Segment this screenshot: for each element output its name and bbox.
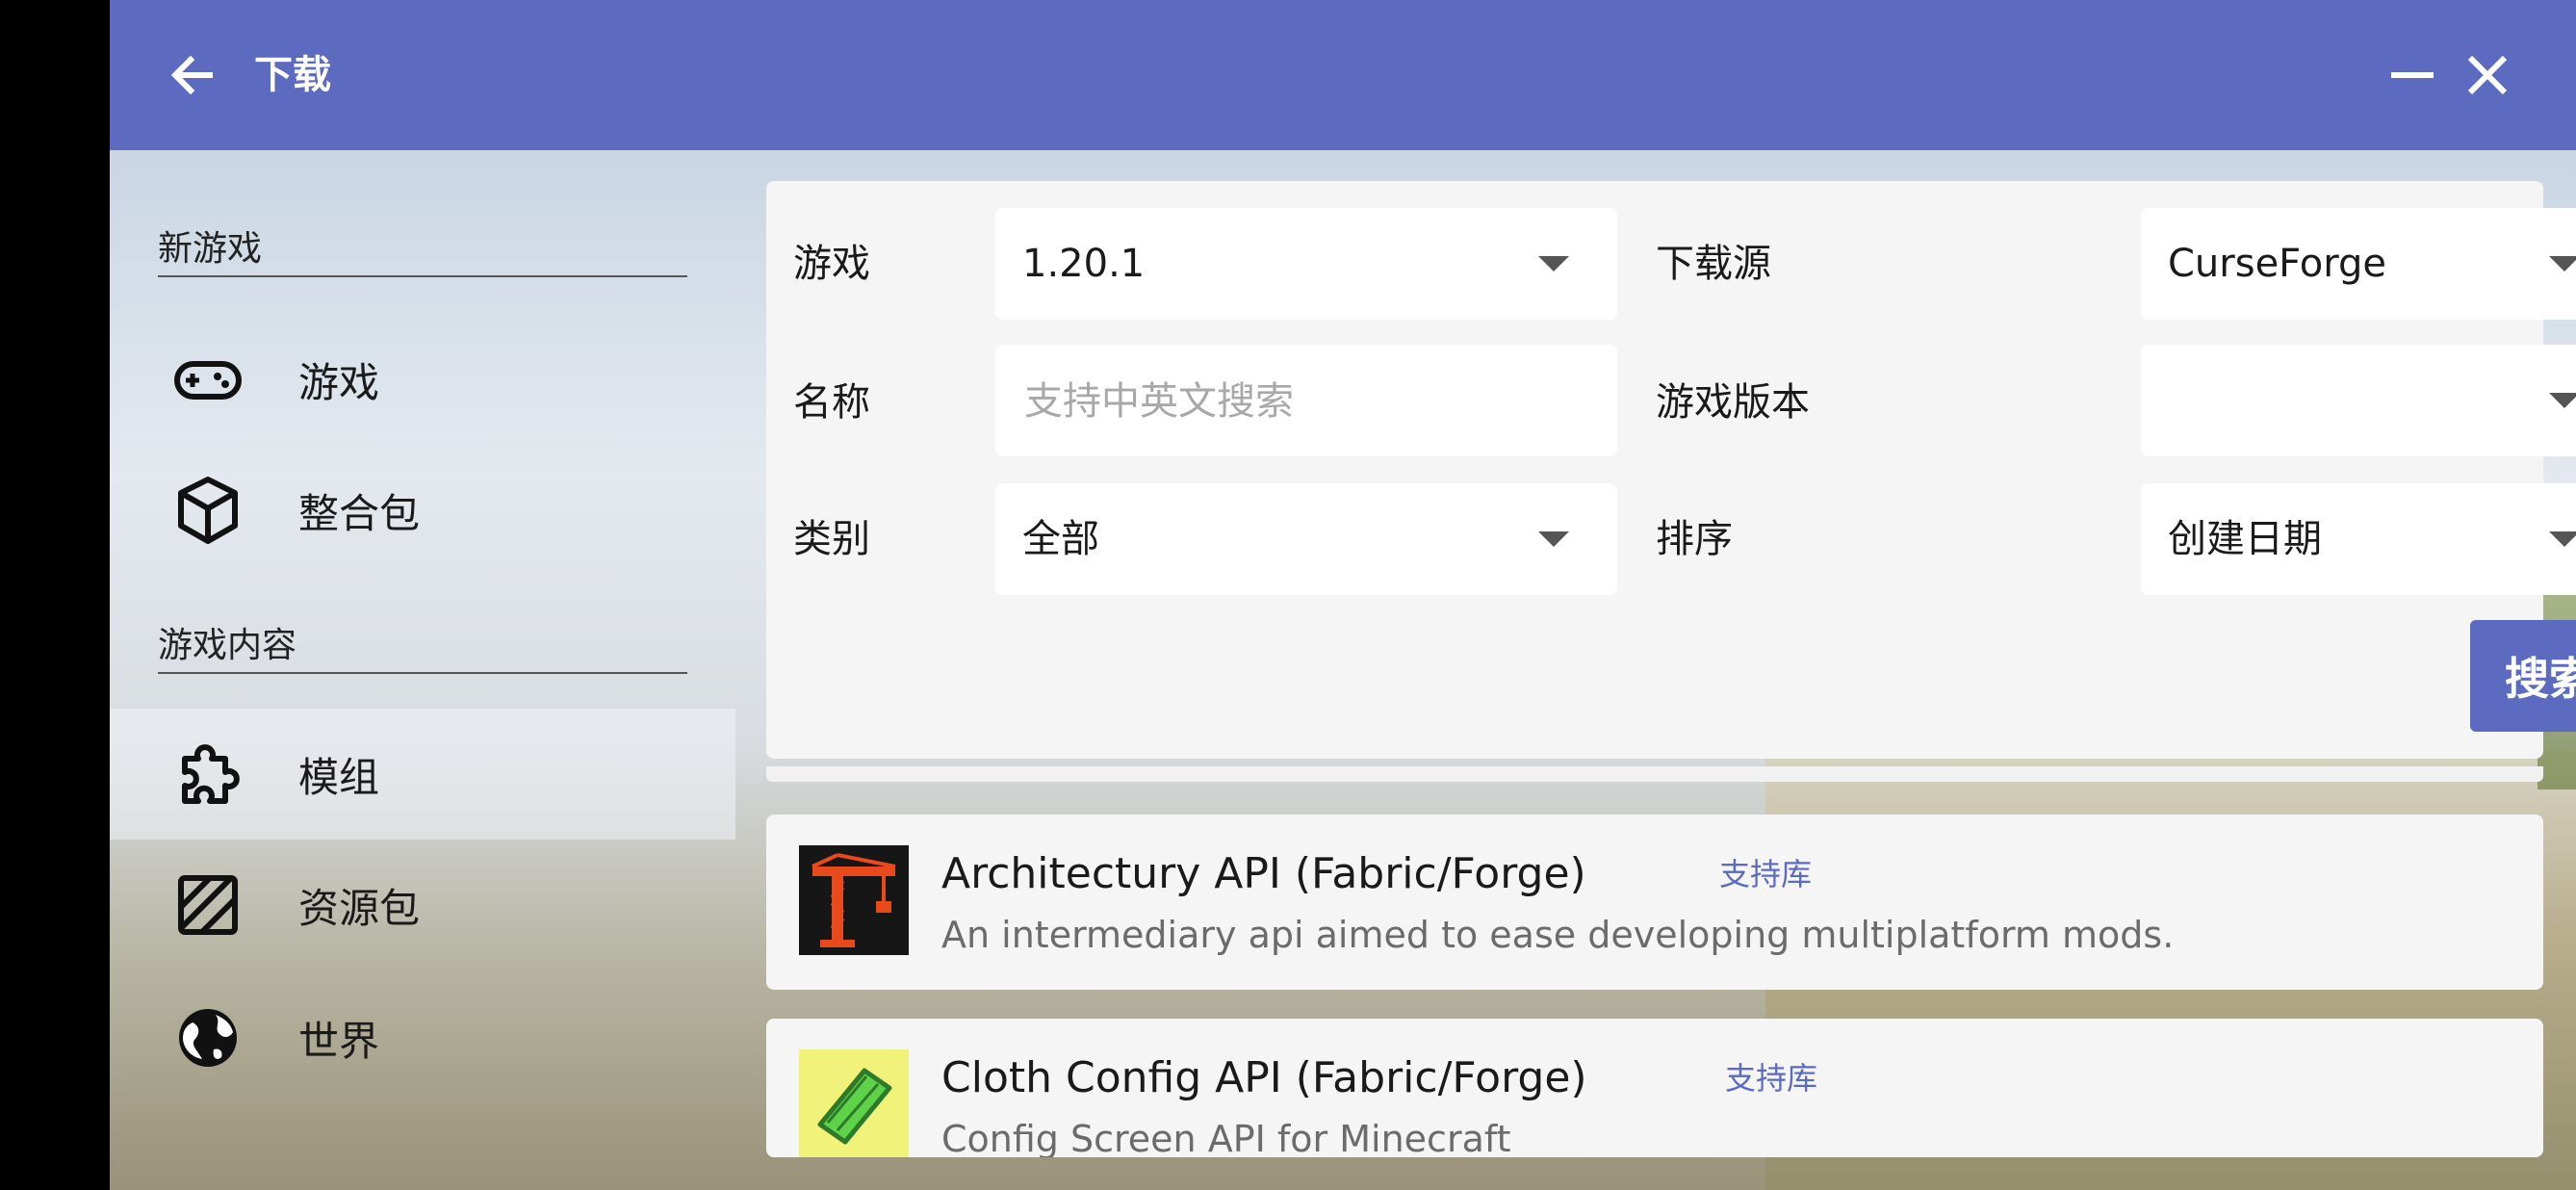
list-item[interactable]: Architectury API (Fabric/Forge) 支持库 An i… [766,815,2543,990]
name-field[interactable] [995,345,1617,456]
category-select[interactable]: 全部 [995,483,1617,595]
sidebar-item-mods[interactable]: 模组 [110,709,735,840]
search-button[interactable]: 搜索 [2470,620,2576,732]
chevron-down-icon [2549,531,2576,547]
gamepad-icon [174,361,242,400]
source-select-value: CurseForge [2168,242,2386,286]
result-title: Architectury API (Fabric/Forge) [941,849,1586,898]
package-icon [178,477,238,544]
close-button[interactable] [2457,44,2518,106]
close-icon [2467,55,2508,95]
category-select-value: 全部 [1022,517,1099,561]
source-label: 下载源 [1656,242,1771,286]
sidebar-item-game[interactable]: 游戏 [110,314,735,445]
title-bar: 下载 [110,0,2576,150]
window-title: 下载 [254,53,331,97]
sidebar-item-label: 游戏 [298,358,380,406]
chevron-down-icon [1538,531,1569,547]
result-description: An intermediary api aimed to ease develo… [941,914,2175,956]
game-version-select[interactable]: 1.20.1 [995,208,1617,320]
screen-left-edge [0,0,110,1190]
sidebar-item-label: 世界 [298,1017,380,1065]
section-header-new-game: 新游戏 [158,227,687,277]
sidebar-item-label: 资源包 [298,884,421,932]
list-item[interactable]: Cloth Config API (Fabric/Forge) 支持库 Conf… [766,1019,2543,1157]
sidebar-item-worlds[interactable]: 世界 [110,972,735,1103]
sort-select[interactable]: 创建日期 [2141,483,2576,595]
texture-icon [178,875,238,935]
chevron-down-icon [2549,393,2576,408]
sort-select-value: 创建日期 [2168,517,2322,561]
sidebar: 新游戏 游戏 整合包 游戏内容 模组 资源包 世界 [110,150,735,1190]
cloth-icon [799,1049,909,1157]
game-version-filter-select[interactable] [2141,345,2576,456]
download-window: 下载 新游戏 游戏 整合包 游戏内容 模组 资源包 世界 游戏 1.20.1 下… [110,0,2576,1190]
result-title: Cloth Config API (Fabric/Forge) [941,1053,1587,1102]
sidebar-item-resourcepacks[interactable]: 资源包 [110,840,735,970]
result-description: Config Screen API for Minecraft [941,1118,1511,1157]
arrow-left-icon [170,55,213,95]
minimize-icon [2391,72,2434,78]
back-button[interactable] [162,44,223,106]
result-tag: 支持库 [1719,856,1813,892]
sidebar-item-modpack[interactable]: 整合包 [110,445,735,576]
download-source-select[interactable]: CurseForge [2141,208,2576,320]
sidebar-item-label: 整合包 [298,489,421,537]
panel-divider [766,766,2543,782]
name-label: 名称 [793,380,870,425]
globe-icon [179,1009,237,1067]
section-header-game-content: 游戏内容 [158,624,687,674]
sidebar-item-label: 模组 [298,753,380,801]
game-version-label: 游戏版本 [1656,380,1810,425]
result-tag: 支持库 [1725,1060,1818,1097]
crane-icon [799,845,909,955]
chevron-down-icon [2549,256,2576,272]
game-label: 游戏 [793,242,870,286]
category-label: 类别 [793,517,870,561]
sort-label: 排序 [1656,517,1733,561]
minimize-button[interactable] [2382,44,2443,106]
chevron-down-icon [1538,256,1569,272]
name-search-input[interactable] [1022,368,1565,435]
game-select-value: 1.20.1 [1022,242,1146,286]
puzzle-icon [182,744,240,804]
